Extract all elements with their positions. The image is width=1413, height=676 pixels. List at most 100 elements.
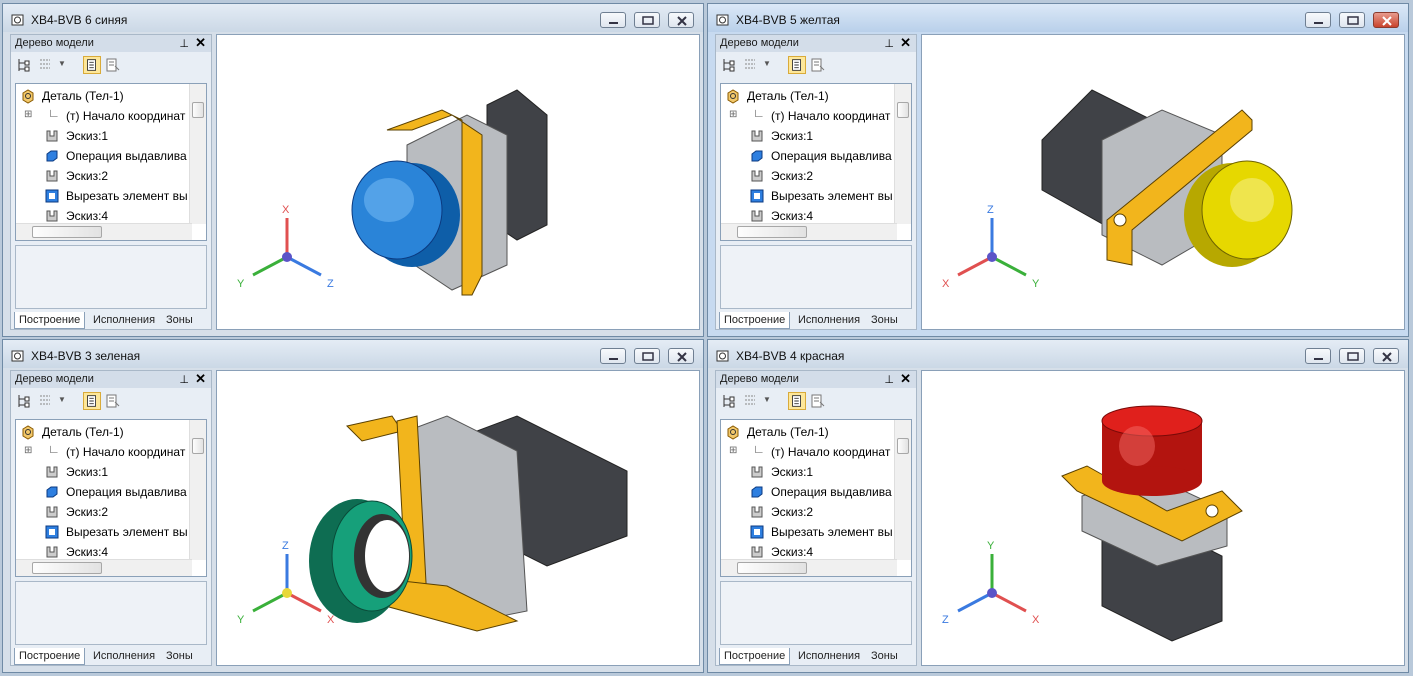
cut-icon [750,525,764,539]
tab-zones[interactable]: Зоны [162,648,197,665]
dropdown-arrow-icon[interactable]: ▼ [58,59,66,68]
model-tree-panel: Дерево модели ⊥ ✕ ▼ Деталь (Тел-1) ⊞ ∟ (т)… [10,370,212,666]
vertical-scrollbar[interactable] [894,84,911,224]
sketch-icon [751,130,763,142]
properties-icon[interactable] [809,392,827,410]
tab-build[interactable]: Построение [14,312,86,329]
panel-title: Дерево модели [15,37,94,49]
tree-list-icon[interactable] [742,56,760,74]
tree-structure-icon[interactable] [15,392,33,410]
extrude-icon [46,486,58,498]
window-blue[interactable]: XB4-BVB 6 синяя Дерево модели ⊥ ✕ ▼ Дета… [2,3,704,337]
horizontal-scrollbar[interactable] [16,223,192,240]
window-red[interactable]: XB4-BVB 4 красная Дерево модели ⊥ ✕ ▼ Де… [707,339,1409,673]
extrude-icon [751,150,763,162]
maximize-button[interactable] [1339,12,1365,28]
title-bar[interactable]: XB4-BVB 6 синяя [3,4,703,32]
title-bar[interactable]: XB4-BVB 3 зеленая [3,340,703,368]
tree-list-icon[interactable] [37,392,55,410]
close-button[interactable] [668,348,694,364]
axis-label: Z [987,204,994,216]
horizontal-scrollbar[interactable] [721,223,897,240]
maximize-button[interactable] [634,12,660,28]
minimize-button[interactable] [1305,348,1331,364]
close-button[interactable] [668,12,694,28]
properties-icon[interactable] [104,392,122,410]
panel-close-icon[interactable]: ✕ [195,371,206,387]
axis-label: Y [1032,278,1040,290]
3d-viewport[interactable]: Y Z X [921,370,1405,666]
tree-structure-icon[interactable] [720,56,738,74]
part-doc-icon [716,350,729,362]
tab-versions[interactable]: Исполнения [89,312,159,329]
minimize-button[interactable] [1305,12,1331,28]
tree-view-icon[interactable] [788,392,806,410]
part-icon [22,89,34,104]
tree-view-icon[interactable] [83,56,101,74]
horizontal-scrollbar[interactable] [16,559,192,576]
3d-viewport[interactable]: X Y Z [216,34,700,330]
model-view: Z Y X [237,415,628,632]
pin-icon[interactable]: ⊥ [884,37,894,50]
tab-zones[interactable]: Зоны [867,648,902,665]
close-button[interactable] [1373,12,1399,28]
tab-versions[interactable]: Исполнения [89,648,159,665]
dropdown-arrow-icon[interactable]: ▼ [58,395,66,404]
tree-list-icon[interactable] [742,392,760,410]
panel-header: Дерево модели ⊥ ✕ [11,35,211,52]
minimize-button[interactable] [600,348,626,364]
axis-label: X [327,614,335,626]
tree-view-icon[interactable] [788,56,806,74]
panel-tabs: Построение Исполнения Зоны [11,312,211,330]
expand-icon[interactable]: ⊞ [24,445,32,456]
window-green[interactable]: XB4-BVB 3 зеленая Дерево модели ⊥ ✕ ▼ Де… [2,339,704,673]
close-button[interactable] [1373,348,1399,364]
properties-icon[interactable] [104,56,122,74]
panel-close-icon[interactable]: ✕ [900,371,911,387]
tree-structure-icon[interactable] [15,56,33,74]
title-bar[interactable]: XB4-BVB 4 красная [708,340,1408,368]
sketch-icon [751,546,763,558]
3d-viewport[interactable]: Z Y X [216,370,700,666]
pin-icon[interactable]: ⊥ [884,373,894,386]
extrude-icon [751,486,763,498]
sketch-icon [46,210,58,222]
tree-list-icon[interactable] [37,56,55,74]
tab-build[interactable]: Построение [14,648,86,665]
tree-view-icon[interactable] [83,392,101,410]
vertical-scrollbar[interactable] [894,420,911,560]
panel-close-icon[interactable]: ✕ [900,35,911,51]
dropdown-arrow-icon[interactable]: ▼ [763,59,771,68]
tab-build[interactable]: Построение [719,648,791,665]
3d-viewport[interactable]: Z X Y [921,34,1405,330]
expand-icon[interactable]: ⊞ [24,109,32,120]
window-title: XB4-BVB 4 красная [736,349,845,363]
model-tree[interactable]: Деталь (Тел-1) ⊞ ∟ (т) Начало координат Эс… [15,83,207,241]
tab-zones[interactable]: Зоны [867,312,902,329]
pin-icon[interactable]: ⊥ [179,373,189,386]
vertical-scrollbar[interactable] [189,420,206,560]
model-tree[interactable]: Деталь (Тел-1) ⊞ ∟ (т) Начало координат Эс… [720,83,912,241]
tree-toolbar: ▼ [716,389,916,413]
tab-build[interactable]: Построение [719,312,791,329]
tab-zones[interactable]: Зоны [162,312,197,329]
minimize-button[interactable] [600,12,626,28]
panel-close-icon[interactable]: ✕ [195,35,206,51]
tree-structure-icon[interactable] [720,392,738,410]
properties-icon[interactable] [809,56,827,74]
maximize-button[interactable] [634,348,660,364]
horizontal-scrollbar[interactable] [721,559,897,576]
button-cap [1184,160,1293,267]
title-bar[interactable]: XB4-BVB 5 желтая [708,4,1408,32]
vertical-scrollbar[interactable] [189,84,206,224]
model-tree[interactable]: Деталь (Тел-1) ⊞ ∟ (т) Начало координат Эс… [720,419,912,577]
dropdown-arrow-icon[interactable]: ▼ [763,395,771,404]
tab-versions[interactable]: Исполнения [794,648,864,665]
pin-icon[interactable]: ⊥ [179,37,189,50]
model-tree[interactable]: Деталь (Тел-1) ⊞ ∟ (т) Начало координат Эс… [15,419,207,577]
maximize-button[interactable] [1339,348,1365,364]
expand-icon[interactable]: ⊞ [729,109,737,120]
window-yellow[interactable]: XB4-BVB 5 желтая Дерево модели ⊥ ✕ ▼ Дет… [707,3,1409,337]
tab-versions[interactable]: Исполнения [794,312,864,329]
expand-icon[interactable]: ⊞ [729,445,737,456]
